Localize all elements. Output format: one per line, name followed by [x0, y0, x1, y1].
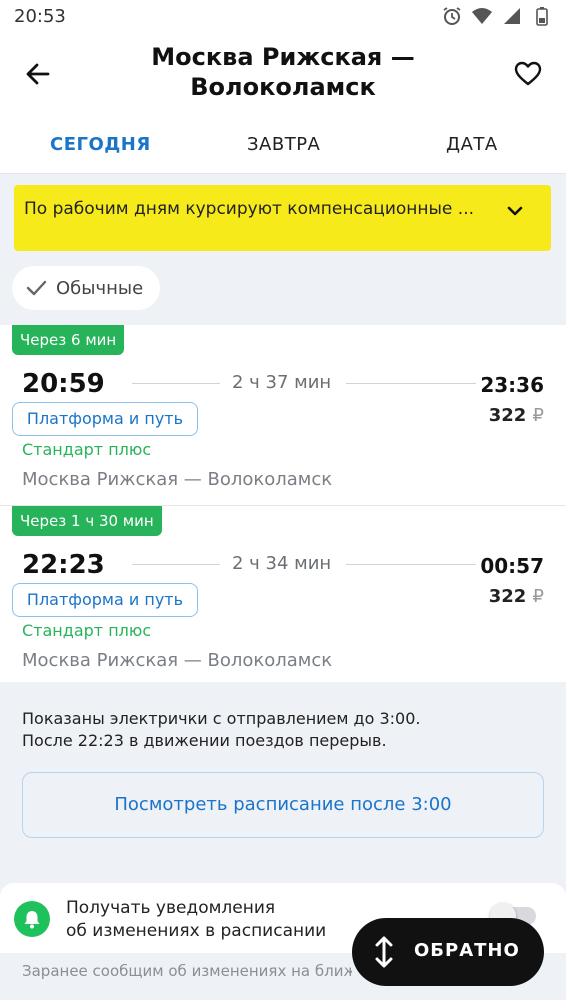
tab-today[interactable]: СЕГОДНЯ: [50, 134, 151, 155]
currency-symbol: ₽: [532, 405, 544, 426]
signal-icon: [504, 8, 520, 24]
heart-icon: [514, 61, 542, 86]
show-later-schedule-button[interactable]: Посмотреть расписание после 3:00: [22, 772, 544, 838]
notifications-text: Получать уведомления об изменениях в рас…: [66, 897, 326, 943]
page-title: Москва Рижская — Волоколамск: [151, 43, 415, 101]
schedule-info: Показаны электрички с отправлением до 3:…: [22, 708, 421, 752]
price-value: 322: [488, 586, 527, 607]
back-button[interactable]: [20, 56, 56, 92]
departure-countdown-badge: Через 1 ч 30 мин: [12, 506, 162, 536]
schedule-info-line: После 22:23 в движении поездов перерыв.: [22, 731, 387, 750]
wifi-icon: [472, 8, 492, 24]
notifications-line: об изменениях в расписании: [66, 921, 327, 941]
ticket-price: 322 ₽: [489, 586, 544, 607]
status-icons: [442, 6, 552, 26]
filter-chip-regular[interactable]: Обычные: [12, 266, 160, 310]
route-line: [346, 564, 476, 565]
return-trip-button[interactable]: ОБРАТНО: [352, 918, 544, 986]
date-tabs: СЕГОДНЯ ЗАВТРА ДАТА: [0, 116, 566, 174]
route-line: [346, 383, 476, 384]
arrow-left-icon: [26, 63, 50, 85]
train-row[interactable]: Через 6 мин 20:59 2 ч 37 мин 23:36 322 ₽…: [0, 325, 566, 503]
notifications-hint: Заранее сообщим об изменениях на ближайш…: [22, 962, 352, 980]
arrival-time: 00:57: [480, 554, 544, 578]
route-line: [132, 383, 220, 384]
departure-time: 22:23: [22, 550, 105, 580]
favorite-button[interactable]: [510, 56, 546, 92]
train-route: Москва Рижская — Волоколамск: [22, 650, 333, 671]
status-time: 20:53: [14, 6, 66, 27]
tab-tomorrow[interactable]: ЗАВТРА: [247, 134, 320, 155]
alarm-icon: [443, 7, 461, 25]
app-header: Москва Рижская — Волоколамск: [0, 36, 566, 116]
battery-icon: [536, 7, 548, 26]
train-list: Через 6 мин 20:59 2 ч 37 мин 23:36 322 ₽…: [0, 325, 566, 682]
trip-duration: 2 ч 37 мин: [232, 372, 332, 393]
filter-chip-label: Обычные: [56, 278, 144, 299]
chevron-down-icon: [507, 206, 523, 216]
swap-vertical-icon: [375, 936, 393, 968]
notice-text: По рабочим дням курсируют компенсационны…: [24, 199, 475, 219]
bell-icon: [14, 901, 50, 937]
departure-countdown-badge: Через 6 мин: [12, 325, 125, 355]
route-line: [132, 564, 220, 565]
ticket-price: 322 ₽: [489, 405, 544, 426]
notice-banner[interactable]: По рабочим дням курсируют компенсационны…: [14, 185, 551, 251]
departure-time: 20:59: [22, 369, 105, 399]
tab-date[interactable]: ДАТА: [446, 134, 498, 155]
train-row[interactable]: Через 1 ч 30 мин 22:23 2 ч 34 мин 00:57 …: [0, 505, 566, 683]
status-bar: 20:53: [0, 0, 566, 36]
check-icon: [26, 280, 47, 296]
platform-button[interactable]: Платформа и путь: [12, 583, 198, 617]
train-class: Стандарт плюс: [22, 440, 152, 459]
currency-symbol: ₽: [532, 586, 544, 607]
price-value: 322: [488, 405, 527, 426]
platform-button[interactable]: Платформа и путь: [12, 402, 198, 436]
train-class: Стандарт плюс: [22, 621, 152, 640]
schedule-info-line: Показаны электрички с отправлением до 3:…: [22, 709, 421, 728]
trip-duration: 2 ч 34 мин: [232, 553, 332, 574]
arrival-time: 23:36: [480, 373, 544, 397]
notifications-line: Получать уведомления: [66, 898, 276, 918]
return-trip-label: ОБРАТНО: [414, 940, 520, 961]
train-route: Москва Рижская — Волоколамск: [22, 469, 333, 490]
